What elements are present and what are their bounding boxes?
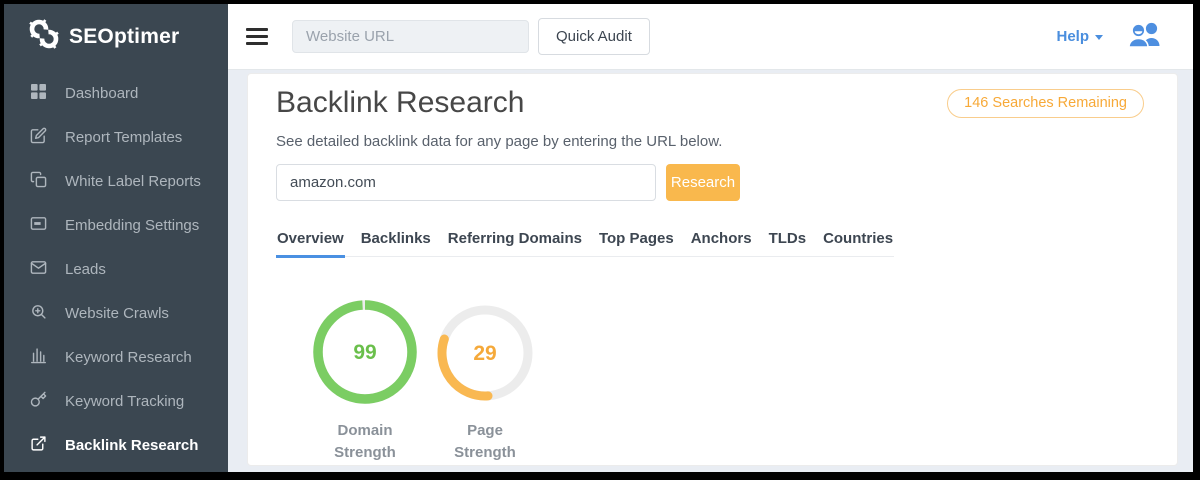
domain-strength-value: 99 (353, 341, 376, 364)
page-strength-label: Page Strength (439, 420, 531, 464)
page-subtitle: See detailed backlink data for any page … (276, 133, 722, 150)
external-link-icon (30, 435, 47, 456)
tab-overview[interactable]: Overview (276, 230, 345, 258)
help-label: Help (1056, 28, 1089, 45)
sidebar-item-label: Keyword Tracking (65, 393, 184, 410)
sidebar-item-leads[interactable]: Leads (4, 247, 228, 291)
tab-top-pages[interactable]: Top Pages (598, 230, 675, 258)
searches-remaining-badge: 146 Searches Remaining (947, 89, 1144, 118)
sidebar-item-keyword-tracking[interactable]: Keyword Tracking (4, 379, 228, 423)
sidebar-item-label: Website Crawls (65, 305, 169, 322)
users-icon (1127, 20, 1163, 53)
sidebar-item-label: White Label Reports (65, 173, 201, 190)
backlink-search-row: Research (276, 164, 740, 201)
chevron-down-icon (1095, 35, 1103, 40)
copy-icon (30, 171, 47, 192)
page-title: Backlink Research (276, 86, 524, 120)
domain-strength-gauge: 99 Domain Strength (305, 296, 425, 464)
sidebar-nav: Dashboard Report Templates White Label R… (4, 71, 228, 467)
research-button[interactable]: Research (666, 164, 740, 201)
sidebar: SEOptimer Dashboard Report Templates Whi… (4, 4, 228, 472)
hamburger-menu-icon[interactable] (246, 28, 268, 45)
strength-gauges: 99 Domain Strength 29 Page Strength (305, 296, 545, 464)
key-icon (30, 391, 47, 412)
tab-tlds[interactable]: TLDs (768, 230, 808, 258)
seoptimer-gear-icon (28, 18, 60, 55)
domain-strength-ring: 99 (309, 296, 421, 408)
domain-strength-label: Domain Strength (319, 420, 411, 464)
sidebar-item-report-templates[interactable]: Report Templates (4, 115, 228, 159)
sidebar-item-label: Dashboard (65, 85, 138, 102)
sidebar-item-label: Backlink Research (65, 437, 198, 454)
edit-icon (30, 127, 47, 148)
sidebar-item-keyword-research[interactable]: Keyword Research (4, 335, 228, 379)
bar-chart-icon (30, 347, 47, 368)
sidebar-item-label: Keyword Research (65, 349, 192, 366)
tab-bar: Overview Backlinks Referring Domains Top… (276, 230, 894, 257)
tab-countries[interactable]: Countries (822, 230, 894, 258)
quick-audit-button[interactable]: Quick Audit (538, 18, 650, 55)
embed-icon (30, 215, 47, 236)
tab-backlinks[interactable]: Backlinks (360, 230, 432, 258)
sidebar-item-white-label-reports[interactable]: White Label Reports (4, 159, 228, 203)
search-plus-icon (30, 303, 47, 324)
tab-anchors[interactable]: Anchors (690, 230, 753, 258)
users-button[interactable] (1127, 20, 1163, 53)
logo-text: SEOptimer (69, 25, 179, 49)
sidebar-item-label: Report Templates (65, 129, 182, 146)
sidebar-item-website-crawls[interactable]: Website Crawls (4, 291, 228, 335)
website-url-input[interactable] (292, 20, 529, 53)
seoptimer-logo[interactable]: SEOptimer (4, 4, 228, 54)
sidebar-item-label: Embedding Settings (65, 217, 199, 234)
dashboard-icon (30, 83, 47, 104)
page-strength-ring: 29 (433, 301, 537, 405)
envelope-icon (30, 259, 47, 280)
help-menu[interactable]: Help (1056, 28, 1103, 45)
tab-referring-domains[interactable]: Referring Domains (447, 230, 583, 258)
sidebar-item-embedding-settings[interactable]: Embedding Settings (4, 203, 228, 247)
page-strength-gauge: 29 Page Strength (425, 296, 545, 464)
topbar: Quick Audit Help (228, 4, 1193, 70)
sidebar-item-dashboard[interactable]: Dashboard (4, 71, 228, 115)
page-strength-value: 29 (473, 342, 496, 365)
main-content-card: Backlink Research 146 Searches Remaining… (247, 73, 1178, 466)
sidebar-item-label: Leads (65, 261, 106, 278)
sidebar-item-backlink-research[interactable]: Backlink Research (4, 423, 228, 467)
app-window: SEOptimer Dashboard Report Templates Whi… (4, 4, 1193, 472)
backlink-url-input[interactable] (276, 164, 656, 201)
